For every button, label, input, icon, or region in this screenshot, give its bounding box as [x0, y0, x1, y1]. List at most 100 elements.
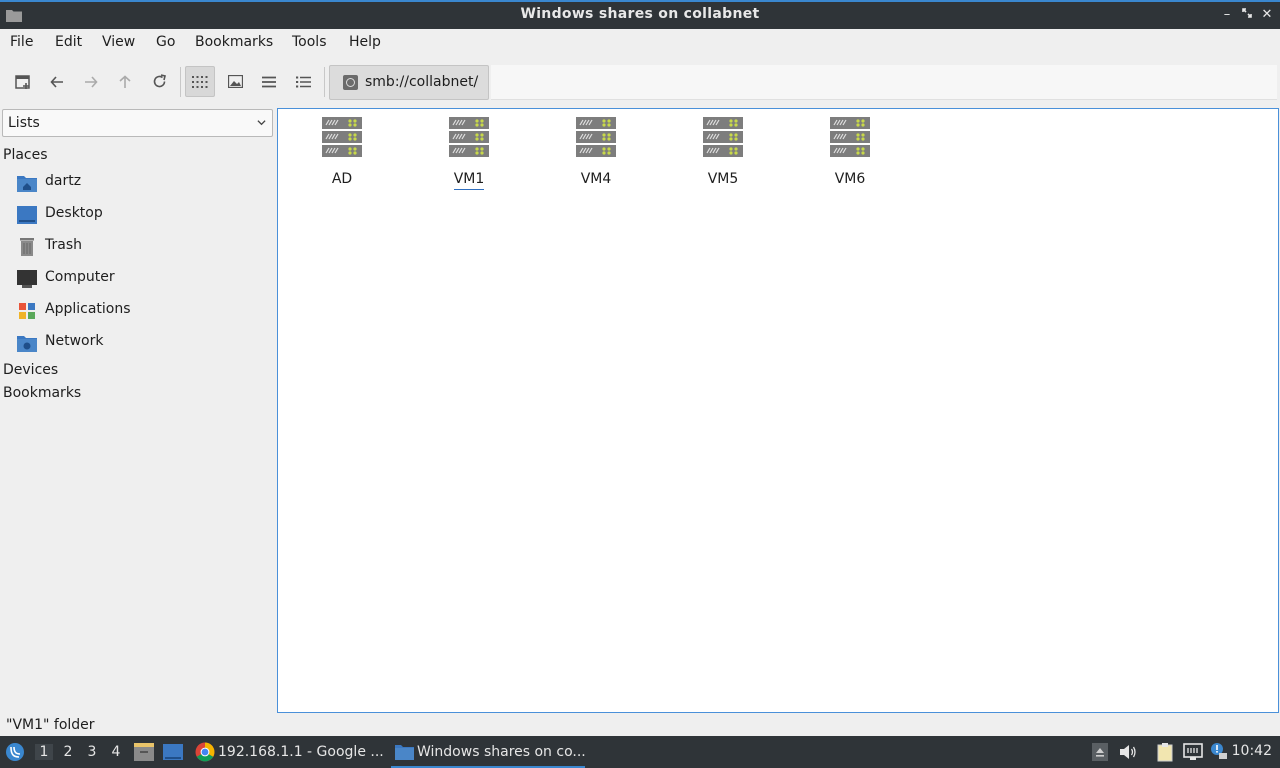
arrow-left-icon [50, 75, 63, 88]
share-label: VM1 [424, 171, 514, 190]
toolbar-separator-2 [324, 67, 325, 97]
server-share-icon [576, 117, 616, 157]
menu-edit[interactable]: Edit [55, 34, 82, 50]
desktop-switch-1[interactable]: 1 [35, 744, 53, 760]
taskbar: 1 2 3 4 192.168.1.1 - Google ... Windows… [0, 736, 1280, 768]
chevron-down-icon [257, 120, 266, 126]
clipboard-icon[interactable] [1156, 742, 1176, 762]
file-icon-view[interactable]: AD VM1 VM4 VM5 VM6 [277, 108, 1279, 713]
path-bar-empty-area[interactable] [491, 65, 1277, 100]
computer-icon [17, 270, 37, 288]
arrow-up-icon [119, 74, 131, 88]
sidebar-item-label: Trash [45, 237, 82, 253]
show-desktop-icon[interactable] [163, 744, 183, 760]
sidebar-mode-combo[interactable]: Lists [2, 109, 273, 137]
file-manager-launcher-icon[interactable] [134, 743, 154, 761]
desktop-icon [17, 206, 37, 224]
sidebar-item-label: Desktop [45, 205, 103, 221]
sidebar-item-network[interactable]: Network [0, 328, 276, 358]
sidebar: Lists Places dartz Desktop Trash Compute… [0, 107, 276, 713]
maximize-icon [1242, 8, 1252, 18]
up-button[interactable] [110, 66, 140, 97]
trash-icon [20, 238, 34, 256]
new-tab-icon [15, 74, 30, 89]
image-icon [227, 75, 243, 88]
desktop-switch-4[interactable]: 4 [107, 744, 125, 760]
compact-view-button[interactable] [254, 66, 284, 97]
file-manager-icon [395, 745, 414, 760]
sidebar-item-dartz[interactable]: dartz [0, 168, 276, 198]
title-bar: Windows shares on collabnet – ✕ [0, 0, 1280, 29]
share-label: VM6 [834, 171, 866, 187]
back-button[interactable] [42, 66, 72, 97]
menu-help[interactable]: Help [349, 34, 381, 50]
menu-bar: File Edit View Go Bookmarks Tools Help [0, 29, 1280, 57]
share-item-vm5[interactable]: VM5 [678, 117, 768, 187]
sidebar-item-label: Network [45, 333, 104, 349]
share-label: VM4 [580, 171, 612, 187]
toolbar: smb://collabnet/ [0, 59, 1280, 105]
desktop-switch-3[interactable]: 3 [83, 744, 101, 760]
icon-view-button[interactable] [185, 66, 215, 97]
status-bar: "VM1" folder [0, 714, 1280, 736]
toolbar-separator [180, 67, 181, 97]
task-label: 192.168.1.1 - Google ... [218, 744, 384, 760]
share-item-ad[interactable]: AD [297, 117, 387, 187]
share-item-vm4[interactable]: VM4 [551, 117, 641, 187]
server-share-icon [322, 117, 362, 157]
applications-icon [19, 303, 35, 319]
menu-tools[interactable]: Tools [292, 34, 327, 50]
server-share-icon [703, 117, 743, 157]
window-title: Windows shares on collabnet [520, 6, 760, 22]
bookmarks-heading[interactable]: Bookmarks [3, 385, 81, 401]
minimize-button[interactable]: – [1219, 7, 1235, 23]
network-status-icon[interactable] [1183, 743, 1203, 761]
sidebar-item-applications[interactable]: Applications [0, 296, 276, 326]
sidebar-item-desktop[interactable]: Desktop [0, 200, 276, 230]
notification-icon[interactable] [1208, 741, 1228, 761]
arrow-right-icon [85, 75, 98, 88]
menu-go[interactable]: Go [156, 34, 175, 50]
grid-icon [192, 75, 208, 88]
chrome-icon [195, 742, 215, 762]
menu-bookmarks[interactable]: Bookmarks [195, 34, 273, 50]
task-label: Windows shares on co... [417, 744, 585, 760]
reload-button[interactable] [144, 66, 174, 97]
clock[interactable]: 10:42 [1232, 743, 1272, 759]
server-share-icon [830, 117, 870, 157]
network-share-icon [343, 75, 358, 90]
status-text: "VM1" folder [6, 717, 95, 733]
maximize-button[interactable] [1239, 7, 1255, 23]
sidebar-item-label: Computer [45, 269, 115, 285]
places-heading[interactable]: Places [3, 147, 48, 163]
detailed-list-icon [295, 76, 311, 87]
network-folder-icon [17, 336, 37, 352]
share-item-vm6[interactable]: VM6 [805, 117, 895, 187]
sidebar-item-label: Applications [45, 301, 131, 317]
path-segment-button[interactable]: smb://collabnet/ [329, 65, 489, 100]
desktop-switch-2[interactable]: 2 [59, 744, 77, 760]
close-button[interactable]: ✕ [1259, 7, 1275, 23]
sidebar-item-label: dartz [45, 173, 82, 189]
compact-list-icon [262, 76, 276, 87]
thumbnail-view-button[interactable] [220, 66, 250, 97]
task-chrome[interactable]: 192.168.1.1 - Google ... [192, 736, 384, 768]
forward-button[interactable] [76, 66, 106, 97]
share-item-vm1[interactable]: VM1 [424, 117, 514, 190]
share-label: AD [331, 171, 353, 187]
start-menu-icon[interactable] [5, 742, 25, 762]
task-file-manager[interactable]: Windows shares on co... [391, 736, 585, 768]
tray-expand-icon[interactable] [1092, 743, 1108, 761]
devices-heading[interactable]: Devices [3, 362, 58, 378]
reload-icon [153, 74, 166, 88]
menu-view[interactable]: View [102, 34, 135, 50]
home-folder-icon [17, 176, 37, 192]
new-tab-button[interactable] [8, 66, 38, 97]
sidebar-mode-value: Lists [8, 115, 40, 131]
volume-icon[interactable] [1119, 744, 1137, 760]
detailed-list-view-button[interactable] [288, 66, 318, 97]
server-share-icon [449, 117, 489, 157]
sidebar-item-trash[interactable]: Trash [0, 232, 276, 262]
menu-file[interactable]: File [10, 34, 33, 50]
sidebar-item-computer[interactable]: Computer [0, 264, 276, 294]
